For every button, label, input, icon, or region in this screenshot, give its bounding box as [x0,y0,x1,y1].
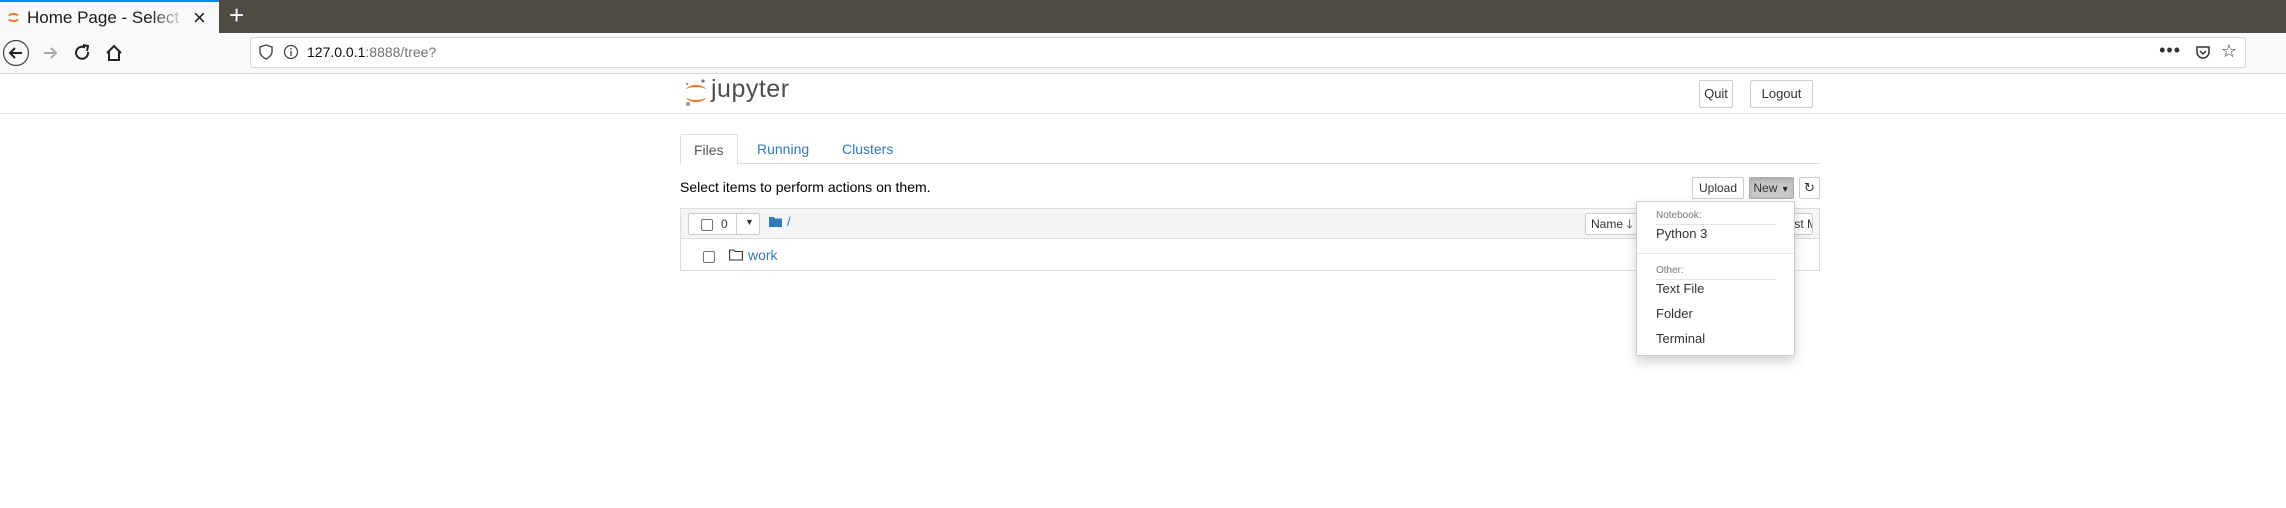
menu-item-python3[interactable]: Python 3 [1656,226,1707,241]
menu-item-folder[interactable]: Folder [1656,306,1693,321]
item-name-link[interactable]: work [748,247,778,263]
name-header-label: Name [1591,217,1624,231]
forward-arrow-icon [44,47,58,59]
browser-nav-bar: 127.0.0.1:8888/tree? ••• ☆ [0,33,2286,74]
folder-icon [729,249,743,261]
jupyter-favicon-icon [8,13,19,22]
bookmark-star-icon[interactable]: ☆ [2221,41,2237,62]
sort-by-name-button[interactable]: Name 🡓 [1585,213,1637,235]
new-tab-icon[interactable]: + [229,0,244,31]
tab-clusters[interactable]: Clusters [842,134,893,164]
back-button[interactable] [2,39,30,67]
tab-running[interactable]: Running [757,134,809,164]
select-all-control[interactable]: 0 ▼ [688,213,760,235]
home-icon [106,44,122,61]
new-button-label: New [1753,181,1778,195]
browser-tab[interactable]: Home Page - Select or create a notebook … [0,0,219,33]
reload-icon [75,44,90,60]
folder-open-icon [769,217,782,227]
selected-count: 0 [721,217,728,231]
sort-down-arrow-icon: 🡓 [1626,217,1633,231]
jupyter-logo-text: jupyter [711,75,790,103]
quit-button[interactable]: Quit [1699,80,1733,108]
shield-icon [259,44,273,60]
forward-button[interactable] [36,39,64,67]
close-tab-icon[interactable]: × [193,5,206,31]
notebook-section-header: Notebook: [1656,210,1702,221]
url-text: 127.0.0.1:8888/tree? [307,44,437,60]
other-section-header: Other: [1656,265,1684,276]
back-arrow-icon [2,39,30,67]
select-menu-caret-icon[interactable]: ▼ [745,217,754,227]
reload-button[interactable] [68,39,96,67]
select-all-checkbox[interactable] [701,219,713,231]
menu-item-text-file[interactable]: Text File [1656,281,1704,296]
jupyter-header [0,73,2286,114]
menu-item-terminal[interactable]: Terminal [1656,331,1705,346]
item-checkbox[interactable] [703,251,715,263]
address-bar[interactable]: 127.0.0.1:8888/tree? ••• ☆ [250,37,2246,68]
jupyter-logo-icon [686,79,706,106]
tab-files[interactable]: Files [680,134,738,165]
caret-down-icon: ▼ [1780,184,1790,194]
refresh-icon: ↻ [1804,180,1815,195]
new-dropdown-button[interactable]: New ▼ [1749,177,1794,199]
pocket-icon[interactable] [2195,44,2211,60]
info-icon [283,44,299,60]
page-actions-icon[interactable]: ••• [2159,40,2181,61]
home-button[interactable] [100,39,128,67]
upload-button[interactable]: Upload [1692,177,1744,199]
logout-button[interactable]: Logout [1750,80,1813,108]
browser-tab-bar: Home Page - Select or create a notebook … [0,0,2286,33]
selection-hint: Select items to perform actions on them. [680,179,931,195]
breadcrumb[interactable]: / [787,214,791,229]
new-dropdown-menu: Notebook: Python 3 Other: Text File Fold… [1636,201,1795,356]
refresh-button[interactable]: ↻ [1799,177,1820,199]
